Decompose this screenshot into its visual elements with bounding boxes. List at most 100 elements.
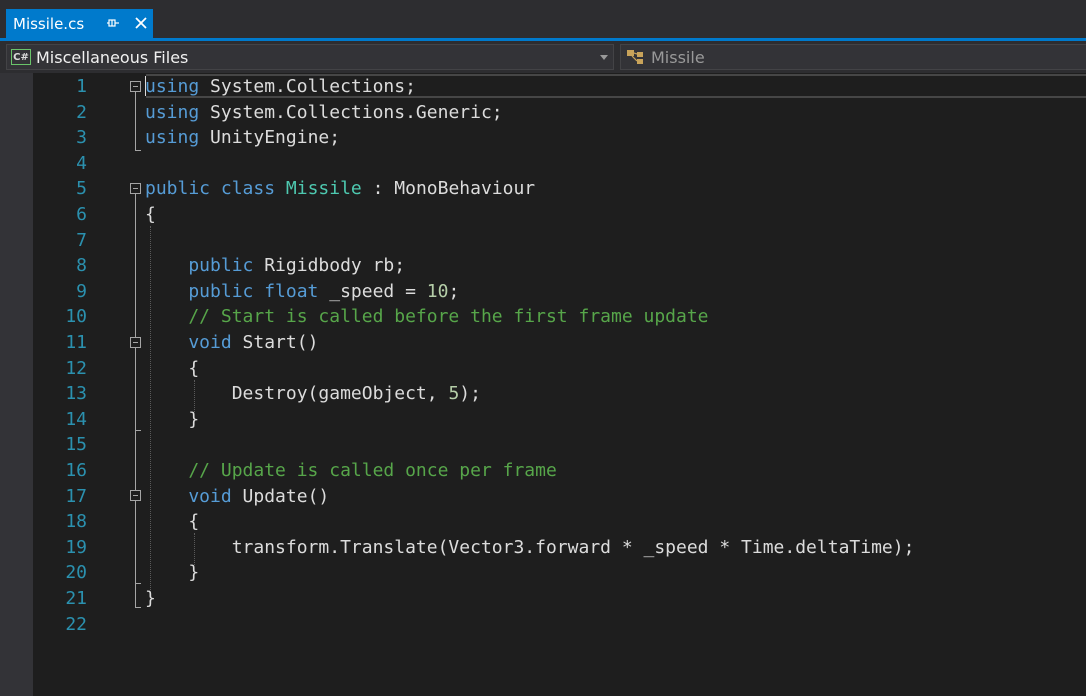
line-number: 16 <box>65 460 87 481</box>
code-line[interactable]: 1 using System.Collections; <box>0 74 1086 100</box>
line-number: 2 <box>76 101 87 123</box>
code-line[interactable]: 7 <box>0 228 1086 254</box>
code-token: Missile <box>285 178 362 200</box>
code-line[interactable]: 18 { <box>0 509 1086 535</box>
code-line[interactable]: 10 // Start is called before the first f… <box>0 304 1086 330</box>
csharp-file-icon: C# <box>11 49 31 65</box>
close-icon[interactable] <box>133 15 149 31</box>
code-line[interactable]: 16 // Update is called once per frame <box>0 458 1086 484</box>
code-line[interactable]: 17 void Update() <box>0 484 1086 510</box>
line-number: 11 <box>65 332 87 353</box>
code-text: public Rigidbody rb; <box>145 253 405 279</box>
line-number: 19 <box>65 536 87 558</box>
code-text: using System.Collections; <box>145 74 416 100</box>
code-token: System.Collections.Generic; <box>210 101 503 123</box>
code-token: 10 <box>426 280 449 302</box>
code-line[interactable]: 20 } <box>0 560 1086 586</box>
line-number: 7 <box>76 229 87 251</box>
code-token: } <box>145 562 200 584</box>
indent-guide <box>150 226 151 590</box>
code-token: Destroy(gameObject, <box>145 383 438 405</box>
code-text: } <box>145 407 199 433</box>
indent-guide <box>194 533 195 565</box>
collapse-start-method[interactable] <box>130 337 141 348</box>
outline-line <box>135 348 136 430</box>
code-line[interactable]: 15 <box>0 432 1086 458</box>
code-text: transform.Translate(Vector3.forward * _s… <box>145 535 915 561</box>
code-line[interactable]: 3 using UnityEngine; <box>0 125 1086 151</box>
code-token: public float <box>145 280 319 302</box>
project-dropdown[interactable]: C# Miscellaneous Files <box>6 44 614 70</box>
code-token: using <box>145 76 200 97</box>
code-token: 5 <box>448 383 460 405</box>
class-icon <box>627 50 643 64</box>
outline-end <box>135 583 141 584</box>
code-line[interactable]: 8 public Rigidbody rb; <box>0 253 1086 279</box>
code-token: { <box>145 357 200 379</box>
code-token: public <box>145 255 254 277</box>
chevron-down-icon[interactable] <box>600 55 608 60</box>
code-token: using <box>145 127 200 149</box>
indent-guide <box>194 380 195 412</box>
code-token: Start() <box>242 332 319 353</box>
code-line[interactable]: 12 { <box>0 356 1086 382</box>
code-token: // Update is called once per frame <box>145 460 557 481</box>
code-text: // Start is called before the first fram… <box>145 304 709 330</box>
code-line[interactable]: 9 public float _speed = 10; <box>0 279 1086 305</box>
line-number: 8 <box>76 255 87 277</box>
outline-end <box>135 430 141 431</box>
line-number: 10 <box>65 306 87 328</box>
code-token: transform.Translate(Vector3.forward * _s… <box>145 536 915 558</box>
code-token: // Start is called before the first fram… <box>145 306 709 328</box>
code-line[interactable]: 6{ <box>0 202 1086 228</box>
code-line[interactable]: 4 <box>0 151 1086 177</box>
code-text: void Start() <box>145 330 318 356</box>
line-number: 6 <box>76 204 87 225</box>
code-token: ; <box>448 280 460 302</box>
code-token: Update() <box>242 485 330 507</box>
collapse-using-block[interactable] <box>130 81 141 92</box>
code-token: using <box>145 101 200 123</box>
code-line[interactable]: 21} <box>0 586 1086 612</box>
line-number: 20 <box>65 562 87 584</box>
code-text: { <box>145 356 199 382</box>
line-number: 4 <box>76 152 87 174</box>
code-editor[interactable]: 1 using System.Collections; 2 using System.… <box>0 73 1086 696</box>
line-number: 14 <box>65 408 87 430</box>
line-number: 12 <box>65 357 87 379</box>
code-token: ); <box>459 383 481 405</box>
code-token: _speed = <box>329 280 416 302</box>
collapse-class-block[interactable] <box>130 183 141 194</box>
code-line[interactable]: 19 transform.Translate(Vector3.forward *… <box>0 535 1086 561</box>
code-text: void Update() <box>145 484 329 510</box>
tab-missile-cs[interactable]: Missile.cs <box>6 9 153 38</box>
collapse-update-method[interactable] <box>130 490 141 501</box>
line-number: 18 <box>65 511 87 533</box>
member-dropdown[interactable]: Missile <box>620 44 1086 70</box>
pin-icon[interactable] <box>106 16 120 30</box>
code-text: } <box>145 560 199 586</box>
code-line[interactable]: 11 void Start() <box>0 330 1086 356</box>
code-line[interactable]: 22 <box>0 612 1086 638</box>
code-line[interactable]: 2 using System.Collections.Generic; <box>0 100 1086 126</box>
code-token: } <box>145 408 200 430</box>
line-number: 9 <box>76 280 87 302</box>
code-token: : MonoBehaviour <box>372 178 536 200</box>
outline-end <box>135 607 141 608</box>
code-line[interactable]: 5 public class Missile : MonoBehaviour <box>0 176 1086 202</box>
line-number: 17 <box>65 485 87 507</box>
document-tab-strip: Missile.cs <box>0 0 1086 38</box>
code-token: void <box>145 485 232 507</box>
code-line[interactable]: 14 } <box>0 407 1086 433</box>
code-text: // Update is called once per frame <box>145 458 557 484</box>
code-token: Rigidbody rb; <box>264 255 406 277</box>
code-line[interactable]: 13 Destroy(gameObject, 5); <box>0 381 1086 407</box>
line-number: 3 <box>76 127 87 149</box>
line-number: 22 <box>65 613 87 635</box>
code-text: { <box>145 202 156 228</box>
tab-title: Missile.cs <box>13 14 85 33</box>
line-number: 5 <box>76 178 87 200</box>
visual-studio-window: Missile.cs C# Miscellaneous Files Missil… <box>0 0 1086 696</box>
outline-line <box>135 92 136 150</box>
code-token: UnityEngine; <box>210 127 341 149</box>
